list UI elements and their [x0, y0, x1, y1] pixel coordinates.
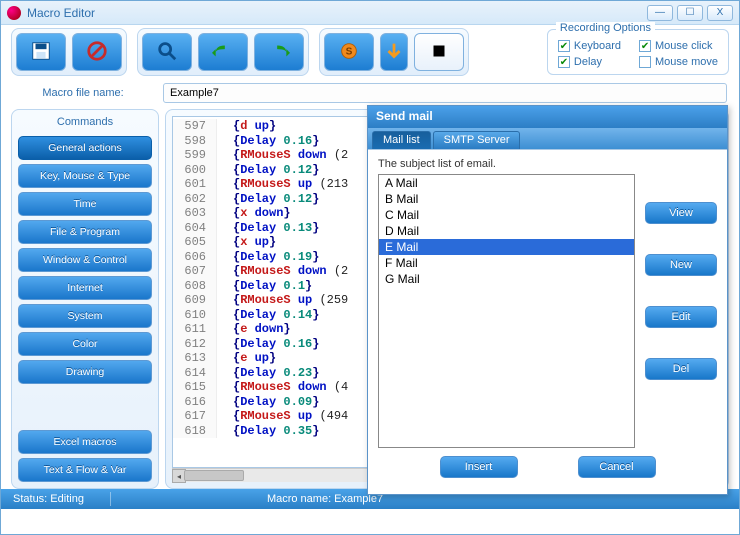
sidebar-item-excel-macros[interactable]: Excel macros [18, 430, 152, 454]
sidebar-item-text-flow-var[interactable]: Text & Flow & Var [18, 458, 152, 482]
sidebar-item-key-mouse-type[interactable]: Key, Mouse & Type [18, 164, 152, 188]
edit-button[interactable]: Edit [645, 306, 717, 328]
recording-options-panel: Recording Options ✔Keyboard ✔Mouse click… [547, 29, 729, 75]
commands-sidebar: Commands General actions Key, Mouse & Typ… [11, 109, 159, 489]
maximize-button[interactable]: ☐ [677, 5, 703, 21]
record-button[interactable]: S [324, 33, 374, 71]
send-mail-dialog: Send mail Mail listSMTP Server The subje… [367, 105, 728, 495]
checkbox-delay[interactable]: ✔Delay [558, 56, 621, 68]
check-icon: ✔ [558, 40, 570, 52]
view-button[interactable]: View [645, 202, 717, 224]
mail-list[interactable]: A MailB MailC MailD MailE MailF MailG Ma… [378, 174, 635, 448]
dialog-tabs: Mail listSMTP Server [368, 128, 727, 149]
redo-arrow-icon [268, 40, 290, 65]
toolbar: S Recording Options ✔Keyboard ✔Mouse cli… [1, 25, 739, 79]
stop-icon [428, 40, 450, 65]
mail-list-item[interactable]: C Mail [379, 207, 634, 223]
mail-list-item[interactable]: G Mail [379, 271, 634, 287]
undo-button[interactable] [198, 33, 248, 71]
mail-list-item[interactable]: B Mail [379, 191, 634, 207]
new-button[interactable]: New [645, 254, 717, 276]
tab-mail-list[interactable]: Mail list [372, 131, 431, 149]
sidebar-item-general-actions[interactable]: General actions [18, 136, 152, 160]
record-icon: S [338, 40, 360, 65]
save-button[interactable] [16, 33, 66, 71]
mail-list-item[interactable]: D Mail [379, 223, 634, 239]
check-icon: ✔ [558, 56, 570, 68]
filename-input[interactable] [163, 83, 727, 103]
app-icon [7, 6, 21, 20]
mail-list-item[interactable]: F Mail [379, 255, 634, 271]
floppy-icon [30, 40, 52, 65]
sidebar-item-time[interactable]: Time [18, 192, 152, 216]
del-button[interactable]: Del [645, 358, 717, 380]
mail-list-item[interactable]: E Mail [379, 239, 634, 255]
svg-text:S: S [346, 46, 353, 57]
cancel-button[interactable] [72, 33, 122, 71]
minimize-button[interactable]: — [647, 5, 673, 21]
sidebar-item-drawing[interactable]: Drawing [18, 360, 152, 384]
step-down-icon [383, 40, 405, 65]
check-icon: ✔ [639, 40, 651, 52]
stop-button[interactable] [414, 33, 464, 71]
checkbox-mouse-move[interactable]: Mouse move [639, 56, 718, 68]
recording-options-title: Recording Options [556, 22, 655, 34]
dialog-title: Send mail [368, 106, 727, 128]
sidebar-title: Commands [18, 116, 152, 128]
checkbox-mouse-click[interactable]: ✔Mouse click [639, 40, 718, 52]
mail-list-item[interactable]: A Mail [379, 175, 634, 191]
tab-smtp-server[interactable]: SMTP Server [433, 131, 521, 149]
sidebar-item-system[interactable]: System [18, 304, 152, 328]
dialog-caption: The subject list of email. [378, 158, 717, 170]
search-button[interactable] [142, 33, 192, 71]
status-left: Status: Editing [7, 493, 90, 505]
window-title: Macro Editor [27, 6, 95, 20]
check-icon [639, 56, 651, 68]
sidebar-item-color[interactable]: Color [18, 332, 152, 356]
close-button[interactable]: X [707, 5, 733, 21]
magnifier-icon [156, 40, 178, 65]
scroll-thumb[interactable] [184, 470, 244, 481]
checkbox-keyboard[interactable]: ✔Keyboard [558, 40, 621, 52]
sidebar-item-window-control[interactable]: Window & Control [18, 248, 152, 272]
filename-label: Macro file name: [13, 87, 153, 99]
insert-button[interactable]: Insert [440, 456, 518, 478]
redo-button[interactable] [254, 33, 304, 71]
sidebar-item-internet[interactable]: Internet [18, 276, 152, 300]
no-entry-icon [86, 40, 108, 65]
step-button[interactable] [380, 33, 408, 71]
dialog-cancel-button[interactable]: Cancel [578, 456, 656, 478]
sidebar-item-file-program[interactable]: File & Program [18, 220, 152, 244]
undo-arrow-icon [212, 40, 234, 65]
